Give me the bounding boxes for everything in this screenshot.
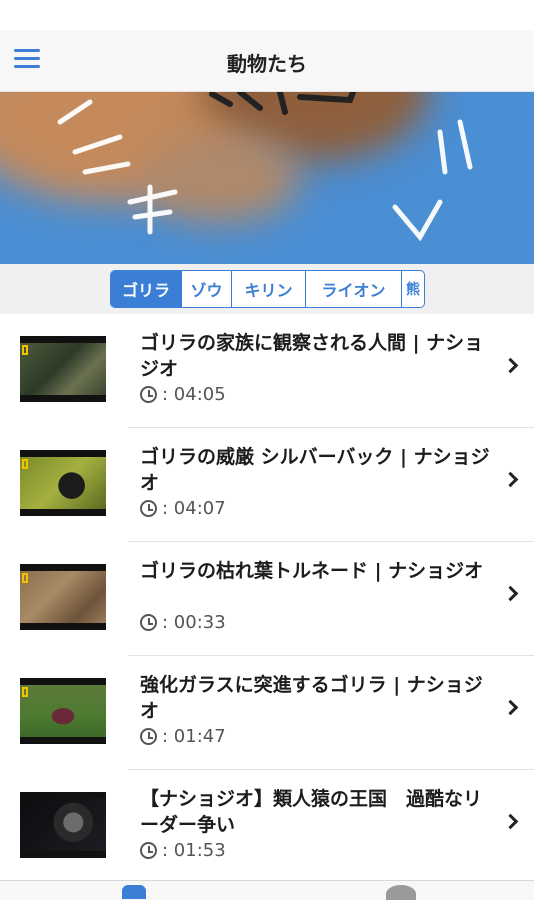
duration-text: : 01:53 [162,840,226,861]
category-segmented-control: ゴリラ ゾウ キリン ライオン 熊 [110,270,425,308]
chevron-right-icon [502,813,519,830]
video-row[interactable]: ゴリラの家族に観察される人間 | ナショジオ : 04:05 [0,314,534,428]
video-thumbnail [20,564,106,630]
video-row[interactable]: ゴリラの威厳 シルバーバック | ナショジオ : 04:07 [0,428,534,542]
clock-icon [140,614,157,631]
clock-icon [140,386,157,403]
video-title: 強化ガラスに突進するゴリラ | ナショジオ [140,674,483,722]
navigation-bar: 動物たち [0,30,534,92]
duration-text: : 04:07 [162,498,226,519]
banner-scribble-graphic [57,92,473,242]
video-duration: : 04:05 [140,384,226,405]
clock-icon [140,500,157,517]
clock-icon [140,728,157,745]
page-title: 動物たち [227,52,307,76]
video-row[interactable]: ゴリラの枯れ葉トルネード | ナショジオ : 00:33 [0,542,534,656]
video-duration: : 01:53 [140,840,226,861]
duration-text: : 01:47 [162,726,226,747]
video-title: ゴリラの家族に観察される人間 | ナショジオ [140,332,484,380]
segment-gorilla[interactable]: ゴリラ [111,271,182,307]
duration-text: : 04:05 [162,384,226,405]
chevron-right-icon [502,357,519,374]
chevron-right-icon [502,699,519,716]
video-row[interactable]: 強化ガラスに突進するゴリラ | ナショジオ : 01:47 [0,656,534,770]
video-thumbnail [20,450,106,516]
clock-icon [140,842,157,859]
video-thumbnail [20,336,106,402]
chevron-right-icon [502,471,519,488]
video-duration: : 04:07 [140,498,226,519]
category-segment-bar: ゴリラ ゾウ キリン ライオン 熊 [0,264,534,314]
video-thumbnail [20,678,106,744]
status-area [0,0,534,30]
chevron-right-icon [502,585,519,602]
tab-bar [0,880,534,900]
video-title: ゴリラの威厳 シルバーバック | ナショジオ [140,446,490,494]
video-duration: : 01:47 [140,726,226,747]
video-title: ゴリラの枯れ葉トルネード | ナショジオ [140,560,484,582]
tab-profile-icon[interactable] [386,885,416,900]
segment-elephant[interactable]: ゾウ [182,271,232,307]
video-row[interactable]: 【ナショジオ】類人猿の王国 過酷なリーダー争い : 01:53 [0,770,534,884]
segment-bear[interactable]: 熊 [402,271,424,307]
tab-animals-icon[interactable] [122,885,146,899]
hero-banner-image [0,92,534,264]
segment-giraffe[interactable]: キリン [232,271,306,307]
video-title: 【ナショジオ】類人猿の王国 過酷なリーダー争い [140,788,483,836]
duration-text: : 00:33 [162,612,226,633]
video-duration: : 00:33 [140,612,226,633]
video-list: ゴリラの家族に観察される人間 | ナショジオ : 04:05 ゴリラの威厳 シル… [0,314,534,884]
video-thumbnail [20,792,106,858]
segment-lion[interactable]: ライオン [306,271,402,307]
